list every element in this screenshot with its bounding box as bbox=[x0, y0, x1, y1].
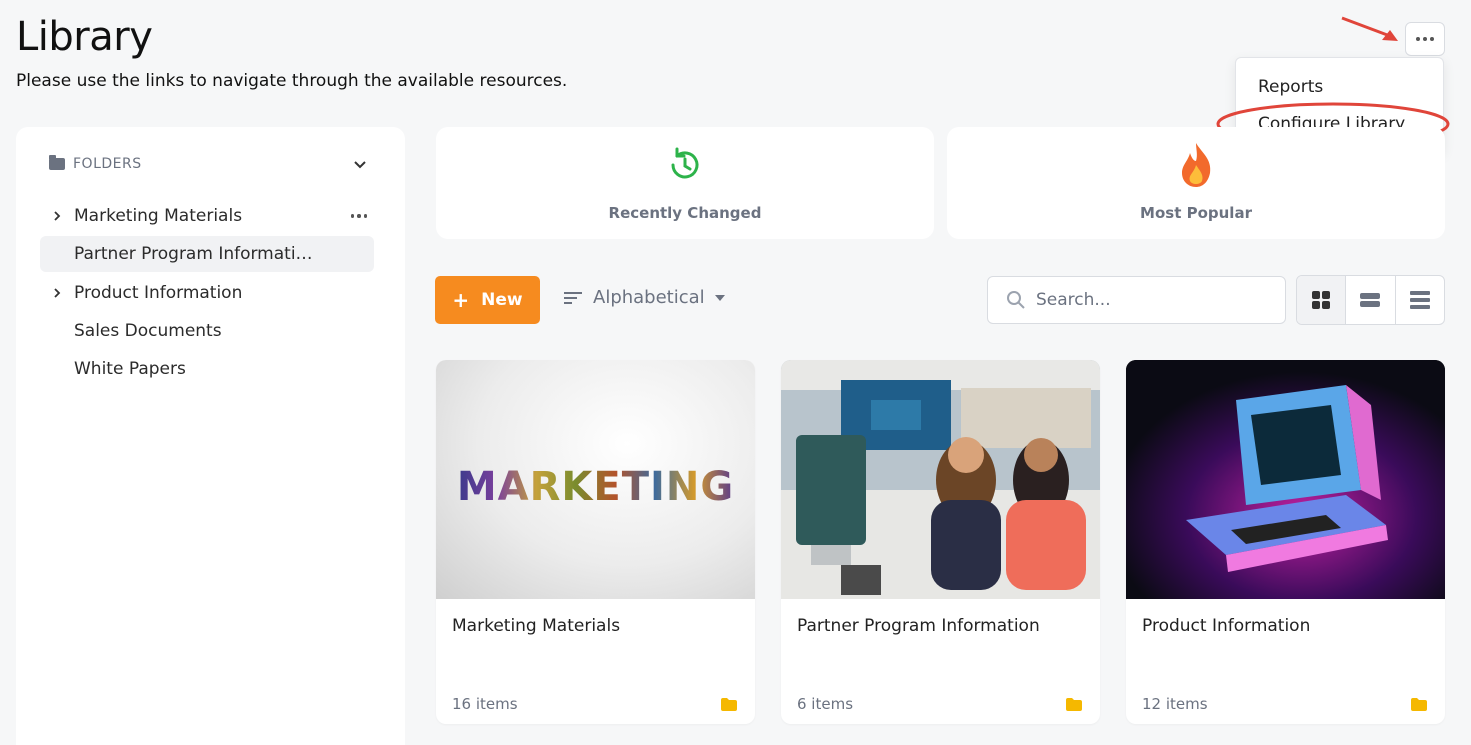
more-options-button[interactable] bbox=[1405, 22, 1445, 56]
card-title: Partner Program Information bbox=[797, 616, 1040, 636]
card-title: Marketing Materials bbox=[452, 616, 621, 636]
folder-card-product-information[interactable]: Product Information 12 items bbox=[1126, 360, 1445, 724]
search-icon bbox=[1007, 291, 1025, 309]
folder-icon bbox=[49, 155, 65, 170]
card-thumbnail: MARKETING bbox=[436, 360, 755, 599]
card-count: 16 items bbox=[452, 695, 518, 713]
card-count: 6 items bbox=[797, 695, 854, 713]
chevron-down-icon[interactable] bbox=[352, 157, 368, 173]
fire-icon bbox=[1182, 143, 1211, 187]
rows-icon bbox=[1360, 293, 1381, 307]
folder-card-partner-program[interactable]: Partner Program Information 6 items bbox=[781, 360, 1100, 724]
chevron-right-icon[interactable] bbox=[40, 287, 74, 299]
list-icon bbox=[1409, 291, 1430, 309]
card-count: 12 items bbox=[1142, 695, 1208, 713]
card-title: Product Information bbox=[1142, 616, 1311, 636]
quick-link-label: Most Popular bbox=[1140, 204, 1252, 222]
recently-changed-card[interactable]: Recently Changed bbox=[436, 127, 934, 239]
card-list-view-button[interactable] bbox=[1346, 276, 1396, 324]
sidebar-item-marketing-materials[interactable]: Marketing Materials bbox=[40, 198, 374, 234]
annotation-arrow bbox=[1341, 16, 1398, 41]
sidebar-item-partner-program[interactable]: Partner Program Informati… bbox=[40, 236, 374, 272]
page-subtitle: Please use the links to navigate through… bbox=[16, 71, 568, 91]
page-title: Library bbox=[16, 14, 153, 60]
marketing-thumb-text: MARKETING bbox=[456, 463, 735, 510]
office-meeting-image bbox=[781, 360, 1100, 599]
grid-icon bbox=[1312, 291, 1331, 309]
most-popular-card[interactable]: Most Popular bbox=[947, 127, 1445, 239]
folder-icon bbox=[1411, 698, 1427, 711]
retro-computer-image bbox=[1126, 360, 1445, 599]
view-toggle bbox=[1296, 275, 1445, 325]
sidebar-item-label: Product Information bbox=[74, 283, 243, 303]
card-thumbnail bbox=[781, 360, 1100, 599]
sidebar-item-label: Sales Documents bbox=[74, 321, 222, 341]
quick-link-label: Recently Changed bbox=[608, 204, 762, 222]
search-input[interactable] bbox=[1036, 290, 1256, 310]
chevron-right-icon[interactable] bbox=[40, 210, 74, 222]
sidebar-item-product-information[interactable]: Product Information bbox=[40, 275, 374, 311]
folder-icon bbox=[1066, 698, 1082, 711]
more-icon bbox=[1416, 37, 1420, 41]
folders-header-label: FOLDERS bbox=[73, 156, 142, 172]
folder-card-marketing-materials[interactable]: MARKETING Marketing Materials 16 items bbox=[436, 360, 755, 724]
plus-icon: + bbox=[452, 288, 470, 312]
sidebar-item-label: White Papers bbox=[74, 359, 186, 379]
folders-header: FOLDERS bbox=[49, 155, 142, 172]
grid-view-button[interactable] bbox=[1297, 276, 1347, 324]
clock-refresh-icon bbox=[671, 147, 699, 179]
folder-icon bbox=[721, 698, 737, 711]
sort-dropdown[interactable]: Alphabetical bbox=[563, 287, 725, 308]
new-button-label: New bbox=[481, 290, 523, 310]
folder-sidebar: FOLDERS Marketing Materials Partner Prog… bbox=[16, 127, 405, 745]
caret-down-icon bbox=[714, 294, 725, 301]
list-view-button[interactable] bbox=[1396, 276, 1444, 324]
sidebar-item-label: Marketing Materials bbox=[74, 206, 243, 226]
sort-label: Alphabetical bbox=[593, 287, 705, 308]
sidebar-item-white-papers[interactable]: White Papers bbox=[40, 351, 374, 387]
menu-item-reports[interactable]: Reports bbox=[1258, 77, 1323, 97]
card-thumbnail bbox=[1126, 360, 1445, 599]
search-box[interactable] bbox=[987, 276, 1286, 324]
sort-icon bbox=[564, 291, 582, 304]
sidebar-item-label: Partner Program Informati… bbox=[74, 244, 313, 264]
more-icon[interactable] bbox=[344, 214, 374, 218]
new-button[interactable]: + New bbox=[435, 276, 540, 324]
sidebar-item-sales-documents[interactable]: Sales Documents bbox=[40, 313, 374, 349]
